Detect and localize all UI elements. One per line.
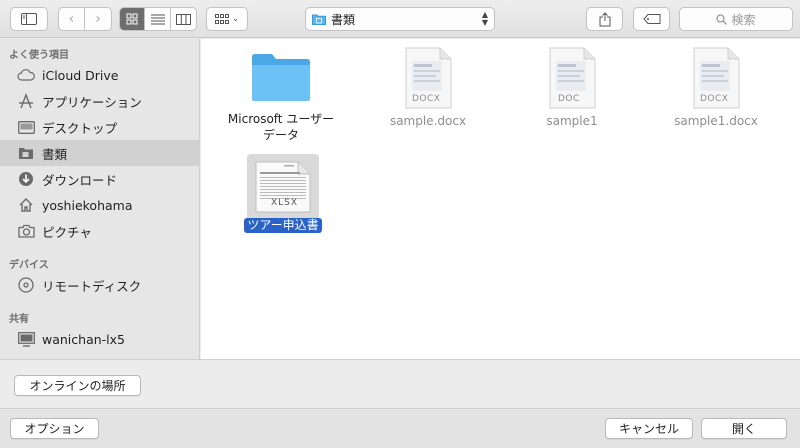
doc-file-icon: DOC: [548, 47, 596, 109]
sidebar-icon: [21, 13, 37, 25]
file-item-sample1-docx[interactable]: DOCX sample1.docx: [646, 47, 786, 129]
documents-icon: [17, 144, 35, 162]
section-devices-title: デバイス: [9, 260, 49, 271]
folder-icon: [252, 54, 310, 101]
file-name: sample.docx: [389, 114, 467, 128]
download-icon: [17, 170, 35, 188]
file-item-sample1[interactable]: DOC sample1: [502, 47, 642, 129]
back-button[interactable]: ‹: [59, 8, 86, 30]
tag-icon: [642, 14, 660, 24]
sidebar-item-wanichan[interactable]: wanichan-lx5: [0, 326, 200, 352]
xlsx-file-icon: XLSX: [252, 160, 314, 214]
sidebar-item-home[interactable]: yoshiekohama: [0, 192, 200, 218]
file-badge: DOCX: [700, 94, 729, 104]
search-placeholder: 検索: [731, 12, 756, 27]
location-label: 書類: [331, 12, 356, 27]
file-browser: Microsoft ユーザー データ DOCX sample.docx DOC …: [201, 39, 800, 359]
file-item-sample-docx[interactable]: DOCX sample.docx: [358, 47, 498, 129]
computer-icon: [17, 330, 35, 348]
chevron-right-icon: ›: [95, 11, 101, 27]
file-name: Microsoft ユーザー データ: [211, 111, 351, 143]
sidebar-item-applications[interactable]: アプリケーション: [0, 88, 200, 114]
sidebar-item-label: wanichan-lx5: [42, 331, 125, 347]
sidebar: よく使う項目 iCloud Drive アプリケーション デスクトップ 書類 ダ…: [0, 39, 200, 359]
home-icon: [17, 196, 35, 214]
arrange-grid-icon: [214, 14, 229, 24]
chevron-down-icon: ⌄: [231, 14, 240, 24]
toolbar: ‹ › ⌄ 書類 ▲ ▼ 検索: [0, 0, 800, 38]
share-icon: [599, 11, 610, 26]
sidebar-item-label: アプリケーション: [42, 94, 142, 110]
sidebar-item-icloud-drive[interactable]: iCloud Drive: [0, 62, 200, 88]
sidebar-item-downloads[interactable]: ダウンロード: [0, 166, 200, 192]
chevron-left-icon: ‹: [68, 11, 75, 27]
disc-icon: [17, 276, 35, 294]
sidebar-item-label: iCloud Drive: [42, 67, 119, 83]
desktop-icon: [17, 118, 35, 136]
sidebar-item-label: リモートディスク: [42, 278, 142, 294]
online-locations-button[interactable]: オンラインの場所: [14, 375, 141, 396]
sidebar-item-remote-disc[interactable]: リモートディスク: [0, 272, 200, 298]
file-name-line1: Microsoft ユーザー: [227, 112, 335, 126]
list-view-button[interactable]: [145, 8, 171, 30]
icon-view-button[interactable]: [120, 8, 146, 30]
sidebar-item-documents[interactable]: 書類: [0, 140, 200, 166]
dialog-footer: オプション キャンセル 開く: [0, 408, 800, 448]
folder-icon: [312, 14, 326, 25]
open-button[interactable]: 開く: [701, 418, 787, 439]
file-item-tour-application[interactable]: XLSX ツアー申込書: [213, 160, 353, 233]
view-mode-control: [119, 7, 197, 31]
grid-icon: [126, 13, 138, 25]
sidebar-item-label: yoshiekohama: [42, 197, 133, 213]
tag-button[interactable]: [633, 7, 670, 31]
sidebar-item-label: デスクトップ: [42, 120, 118, 136]
updown-chevron-icon: ▲ ▼: [481, 10, 488, 27]
file-badge: DOC: [558, 94, 580, 104]
sidebar-item-label: ピクチャ: [42, 224, 92, 240]
docx-file-icon: DOCX: [404, 47, 452, 109]
options-button[interactable]: オプション: [10, 418, 99, 439]
arrange-button[interactable]: ⌄: [206, 7, 248, 31]
cloud-icon: [17, 66, 35, 84]
location-popup[interactable]: 書類 ▲ ▼: [305, 7, 495, 31]
online-locations-bar: オンラインの場所: [0, 359, 800, 408]
sidebar-item-label: ダウンロード: [42, 172, 118, 188]
section-favorites-title: よく使う項目: [9, 50, 69, 61]
cancel-button[interactable]: キャンセル: [605, 418, 693, 439]
file-item-folder[interactable]: Microsoft ユーザー データ: [211, 51, 351, 143]
file-name-label: ツアー申込書: [244, 218, 322, 233]
docx-file-icon: DOCX: [692, 47, 740, 109]
file-name-line2: データ: [262, 128, 299, 142]
forward-button[interactable]: ›: [85, 8, 111, 30]
list-icon: [150, 14, 165, 24]
search-field[interactable]: 検索: [679, 7, 793, 31]
file-name: sample1.docx: [674, 114, 758, 128]
file-name: ツアー申込書: [213, 217, 353, 233]
back-forward-control: ‹ ›: [58, 7, 112, 31]
file-badge: XLSX: [271, 198, 299, 208]
camera-icon: [17, 222, 35, 240]
columns-icon: [175, 13, 191, 25]
sidebar-item-desktop[interactable]: デスクトップ: [0, 114, 200, 140]
sidebar-item-label: 書類: [42, 146, 68, 162]
sidebar-item-pictures[interactable]: ピクチャ: [0, 218, 200, 244]
column-view-button[interactable]: [171, 8, 196, 30]
section-shared-title: 共有: [9, 314, 29, 325]
applications-icon: [17, 92, 35, 110]
file-name: sample1: [546, 114, 598, 128]
search-icon: [716, 13, 728, 25]
file-badge: DOCX: [412, 94, 441, 104]
share-button[interactable]: [586, 7, 623, 31]
sidebar-toggle-button[interactable]: [10, 7, 48, 31]
